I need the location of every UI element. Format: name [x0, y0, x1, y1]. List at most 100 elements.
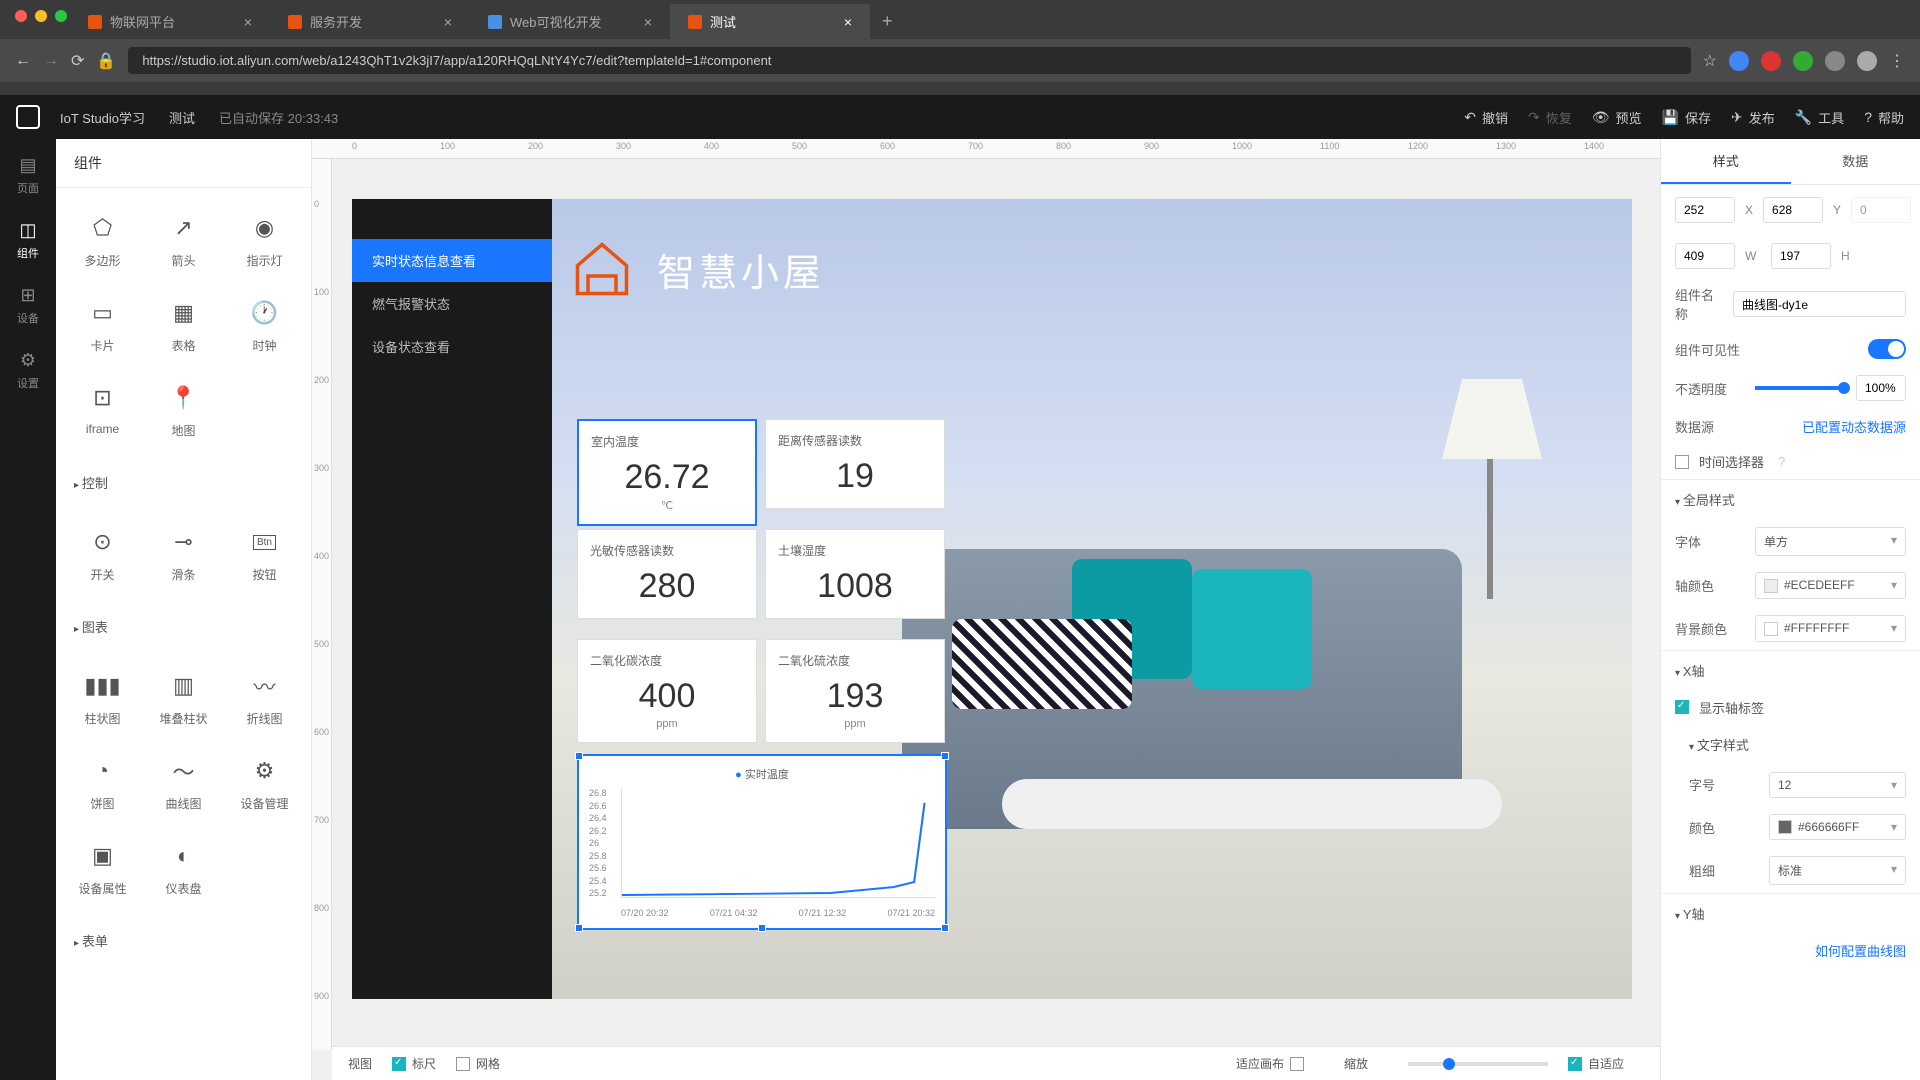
save-button[interactable]: 💾保存: [1662, 108, 1711, 127]
close-icon[interactable]: ×: [844, 14, 852, 30]
comp-polygon[interactable]: ⬠多边形: [64, 200, 141, 281]
redo-button[interactable]: ↷恢复: [1528, 108, 1572, 127]
star-icon[interactable]: ☆: [1703, 51, 1717, 71]
close-icon[interactable]: ×: [644, 14, 652, 30]
menu-device[interactable]: 设备状态查看: [352, 325, 552, 368]
browser-tab-0[interactable]: 物联网平台×: [70, 4, 270, 39]
chart-curve-selected[interactable]: 实时温度 26.826.626.426.22625.825.625.425.2 …: [577, 754, 947, 930]
rail-devices[interactable]: ⊞设备: [17, 285, 39, 326]
toggle-ruler[interactable]: 标尺: [392, 1055, 436, 1072]
window-min[interactable]: [35, 10, 47, 22]
toggle-grid[interactable]: 网格: [456, 1055, 500, 1072]
extension-icon[interactable]: [1729, 51, 1749, 71]
resize-handle[interactable]: [941, 924, 949, 932]
comp-card[interactable]: ▭卡片: [64, 285, 141, 366]
comp-gauge[interactable]: ◐仪表盘: [145, 828, 222, 909]
comp-stackbar[interactable]: ▥堆叠柱状: [145, 658, 222, 739]
resize-handle[interactable]: [941, 752, 949, 760]
rail-settings[interactable]: ⚙设置: [17, 350, 39, 391]
comp-iframe[interactable]: ⊡iframe: [64, 370, 141, 451]
card-dist[interactable]: 距离传感器读数 19: [765, 419, 945, 509]
tools-button[interactable]: 🔧工具: [1795, 108, 1844, 127]
comp-indicator[interactable]: ◉指示灯: [226, 200, 303, 281]
card-so2[interactable]: 二氧化硫浓度 193 ppm: [765, 639, 945, 743]
tab-data[interactable]: 数据: [1791, 139, 1920, 184]
publish-button[interactable]: ✈发布: [1731, 108, 1775, 127]
comp-switch[interactable]: ⊙开关: [64, 514, 141, 595]
comp-slider[interactable]: ⊸滑条: [145, 514, 222, 595]
input-w[interactable]: [1675, 243, 1735, 269]
menu-gas[interactable]: 燃气报警状态: [352, 282, 552, 325]
comp-devattr[interactable]: ▣设备属性: [64, 828, 141, 909]
close-icon[interactable]: ×: [244, 14, 252, 30]
close-icon[interactable]: ×: [444, 14, 452, 30]
checkbox-show-axis[interactable]: [1675, 700, 1689, 714]
comp-arrow[interactable]: ↗箭头: [145, 200, 222, 281]
rail-page[interactable]: ▤页面: [17, 155, 39, 196]
select-axis-color[interactable]: #ECEDEEFF: [1755, 572, 1906, 599]
menu-icon[interactable]: ⋮: [1889, 51, 1905, 71]
input-y[interactable]: [1763, 197, 1823, 223]
page-name[interactable]: 测试: [169, 108, 195, 127]
select-bg-color[interactable]: #FFFFFFFF: [1755, 615, 1906, 642]
select-font-size[interactable]: 12: [1769, 772, 1906, 798]
card-soil[interactable]: 土壤湿度 1008: [765, 529, 945, 619]
zoom-slider[interactable]: [1408, 1062, 1548, 1066]
help-icon[interactable]: ?: [1778, 454, 1785, 469]
input-angle[interactable]: [1851, 197, 1911, 223]
new-tab-button[interactable]: +: [870, 11, 905, 32]
comp-bar[interactable]: ▮▮▮柱状图: [64, 658, 141, 739]
comp-pie[interactable]: ◔饼图: [64, 743, 141, 824]
canvas[interactable]: 实时状态信息查看 燃气报警状态 设备状态查看 智慧小屋 室内温度 26.72 ℃…: [352, 199, 1632, 999]
page-title[interactable]: 智慧小屋: [657, 242, 825, 297]
checkbox-timepicker[interactable]: [1675, 455, 1689, 469]
slider-opacity[interactable]: [1755, 386, 1846, 390]
section-y-axis[interactable]: Y轴: [1661, 893, 1920, 933]
card-temp[interactable]: 室内温度 26.72 ℃: [577, 419, 757, 526]
extension-icon[interactable]: [1761, 51, 1781, 71]
comp-map[interactable]: 📍地图: [145, 370, 222, 451]
comp-clock[interactable]: 🕐时钟: [226, 285, 303, 366]
select-color[interactable]: #666666FF: [1769, 814, 1906, 841]
resize-handle[interactable]: [575, 752, 583, 760]
menu-realtime[interactable]: 实时状态信息查看: [352, 239, 552, 282]
browser-tab-2[interactable]: Web可视化开发×: [470, 4, 670, 39]
forward-button[interactable]: →: [43, 52, 59, 70]
app-logo[interactable]: [16, 105, 40, 129]
comp-devmgmt[interactable]: ⚙设备管理: [226, 743, 303, 824]
section-control[interactable]: 控制: [56, 463, 311, 502]
resize-handle[interactable]: [758, 924, 766, 932]
comp-button[interactable]: Btn按钮: [226, 514, 303, 595]
link-datasource[interactable]: 已配置动态数据源: [1802, 417, 1906, 436]
browser-tab-3[interactable]: 测试×: [670, 4, 870, 39]
rail-components[interactable]: ◫组件: [17, 220, 39, 261]
window-max[interactable]: [55, 10, 67, 22]
input-opacity[interactable]: [1856, 375, 1906, 401]
fit-canvas[interactable]: 适应画布: [1236, 1055, 1304, 1072]
section-x-axis[interactable]: X轴: [1661, 650, 1920, 690]
toggle-visible[interactable]: [1868, 339, 1906, 359]
tab-style[interactable]: 样式: [1661, 139, 1791, 184]
preview-button[interactable]: 👁预览: [1592, 108, 1642, 127]
input-h[interactable]: [1771, 243, 1831, 269]
card-light[interactable]: 光敏传感器读数 280: [577, 529, 757, 619]
toggle-auto[interactable]: 自适应: [1568, 1055, 1624, 1072]
input-name[interactable]: [1733, 291, 1906, 317]
comp-line[interactable]: 〰折线图: [226, 658, 303, 739]
link-help[interactable]: 如何配置曲线图: [1815, 941, 1906, 960]
extension-icon[interactable]: [1793, 51, 1813, 71]
section-table[interactable]: 表单: [56, 921, 311, 960]
window-close[interactable]: [15, 10, 27, 22]
select-weight[interactable]: 标准: [1769, 856, 1906, 885]
section-text-style[interactable]: 文字样式: [1661, 725, 1920, 764]
back-button[interactable]: ←: [15, 52, 31, 70]
card-co2[interactable]: 二氧化碳浓度 400 ppm: [577, 639, 757, 743]
project-title[interactable]: IoT Studio学习: [60, 108, 145, 127]
select-font[interactable]: 单方: [1755, 527, 1906, 556]
undo-button[interactable]: ↶撤销: [1464, 108, 1508, 127]
comp-table[interactable]: ▦表格: [145, 285, 222, 366]
reload-button[interactable]: ⟳: [71, 51, 84, 71]
comp-curve[interactable]: 〜曲线图: [145, 743, 222, 824]
section-chart[interactable]: 图表: [56, 607, 311, 646]
help-button[interactable]: ?帮助: [1864, 108, 1904, 127]
